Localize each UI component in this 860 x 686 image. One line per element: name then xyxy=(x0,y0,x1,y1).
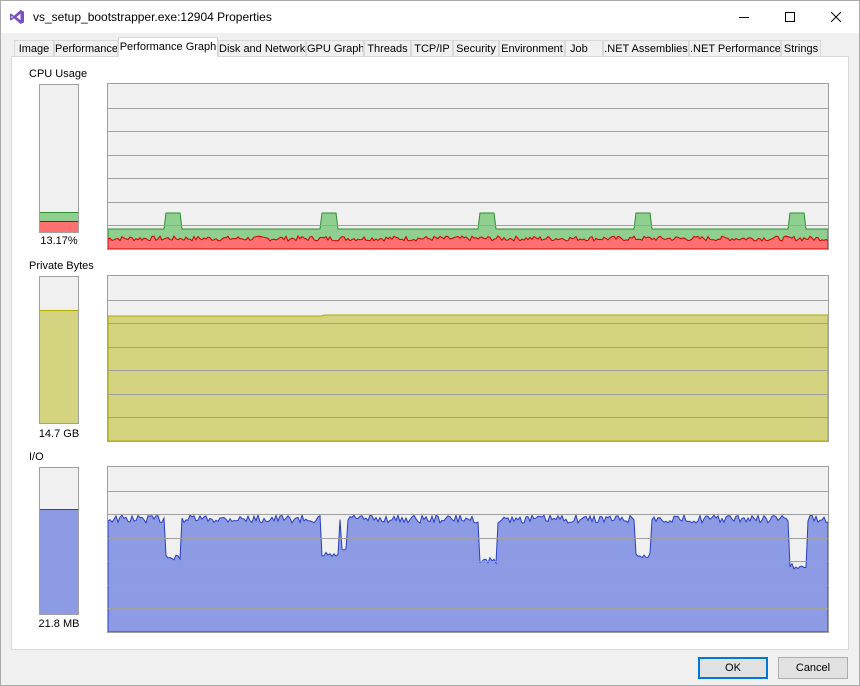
tab-threads[interactable]: Threads xyxy=(364,40,411,56)
tab-performance[interactable]: Performance xyxy=(54,40,118,56)
cpu-usage-graph xyxy=(107,83,829,250)
tab-strings[interactable]: Strings xyxy=(781,40,821,56)
private-bytes-graph xyxy=(107,275,829,442)
tab-strip: Image Performance Performance Graph Disk… xyxy=(11,37,851,57)
private-bytes-value: 14.7 GB xyxy=(38,428,80,440)
cpu-usage-meter xyxy=(39,84,79,233)
ok-button[interactable]: OK xyxy=(698,657,768,679)
tab-gpu-graph[interactable]: GPU Graph xyxy=(306,40,364,56)
io-graph xyxy=(107,466,829,633)
cpu-usage-label: CPU Usage xyxy=(29,68,88,80)
properties-window: vs_setup_bootstrapper.exe:12904 Properti… xyxy=(0,0,860,686)
maximize-button[interactable] xyxy=(767,1,813,33)
private-bytes-series xyxy=(108,314,828,441)
tab-performance-graph[interactable]: Performance Graph xyxy=(118,37,218,57)
io-fill xyxy=(40,509,78,614)
tab-job[interactable]: Job xyxy=(565,40,603,56)
tab-net-performance[interactable]: .NET Performance xyxy=(689,40,781,56)
private-bytes-fill xyxy=(40,310,78,423)
tab-environment[interactable]: Environment xyxy=(499,40,565,56)
minimize-icon xyxy=(739,17,749,18)
io-graph-plot xyxy=(108,491,828,632)
close-icon xyxy=(831,12,841,22)
tab-net-assemblies[interactable]: .NET Assemblies xyxy=(603,40,689,56)
pb-graph-plot xyxy=(108,300,828,441)
close-button[interactable] xyxy=(813,1,859,33)
cancel-button[interactable]: Cancel xyxy=(778,657,848,679)
io-series xyxy=(108,513,828,632)
tab-disk-and-network[interactable]: Disk and Network xyxy=(218,40,306,56)
cpu-kernel-fill xyxy=(40,221,78,232)
private-bytes-meter xyxy=(39,276,79,424)
window-title: vs_setup_bootstrapper.exe:12904 Properti… xyxy=(33,10,272,24)
visual-studio-icon xyxy=(9,9,25,25)
cpu-graph-plot xyxy=(108,108,828,249)
io-meter xyxy=(39,467,79,615)
title-bar[interactable]: vs_setup_bootstrapper.exe:12904 Properti… xyxy=(1,1,859,33)
tab-image[interactable]: Image xyxy=(14,40,54,56)
io-label: I/O xyxy=(29,451,44,463)
private-bytes-label: Private Bytes xyxy=(29,260,94,272)
tab-tcp-ip[interactable]: TCP/IP xyxy=(411,40,453,56)
cpu-usage-value: 13.17% xyxy=(40,235,78,247)
maximize-icon xyxy=(785,12,795,22)
minimize-button[interactable] xyxy=(721,1,767,33)
tab-security[interactable]: Security xyxy=(453,40,499,56)
io-value: 21.8 MB xyxy=(38,618,80,630)
